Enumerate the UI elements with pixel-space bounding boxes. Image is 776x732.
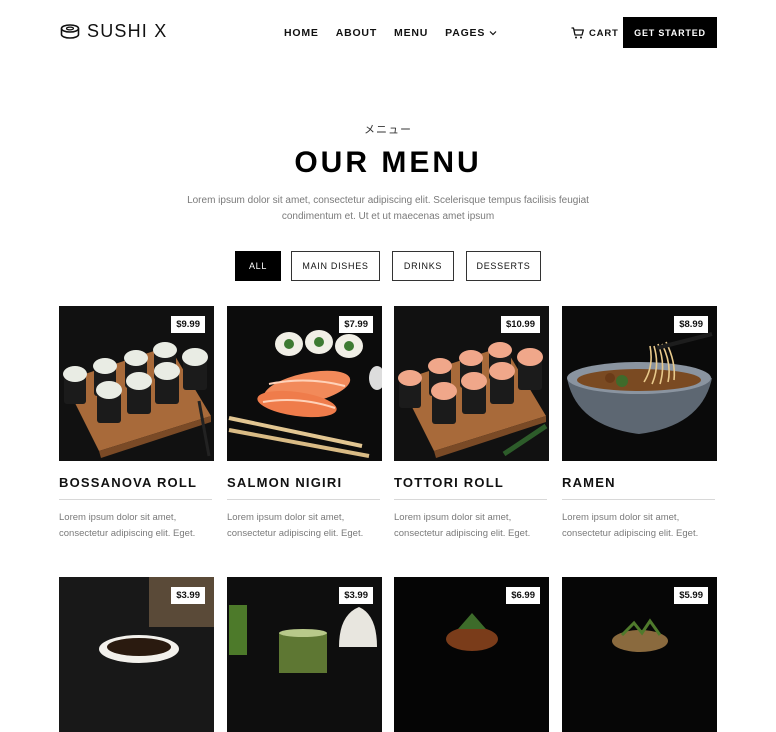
filter-main-dishes[interactable]: MAIN DISHES: [291, 251, 380, 281]
food-image: $5.99: [562, 577, 717, 732]
food-image: $10.99: [394, 306, 549, 461]
price-badge: $3.99: [339, 587, 373, 604]
food-image: $8.99: [562, 306, 717, 461]
get-started-button[interactable]: GET STARTED: [623, 17, 717, 48]
page-title: OUR MENU: [294, 146, 482, 179]
cart-link[interactable]: CART: [571, 27, 619, 39]
menu-filter-bar: ALL MAIN DISHES DRINKS DESSERTS: [0, 251, 776, 281]
dish-description: Lorem ipsum dolor sit amet, consectetur …: [394, 512, 531, 539]
price-badge: $7.99: [339, 316, 373, 333]
site-header: SUSHI X HOME ABOUT MENU PAGES CART GET S…: [0, 0, 776, 65]
food-image: $3.99: [59, 577, 214, 732]
divider: [227, 499, 380, 500]
sushi-roll-icon: [60, 23, 80, 40]
filter-drinks[interactable]: DRINKS: [392, 251, 454, 281]
dish-name: BOSSANOVA ROLL: [59, 475, 198, 490]
dish-name: SALMON NIGIRI: [227, 475, 343, 490]
chevron-down-icon: [489, 31, 497, 36]
nav-menu[interactable]: MENU: [394, 27, 428, 39]
main-nav: HOME ABOUT MENU PAGES: [284, 27, 514, 39]
price-badge: $3.99: [171, 587, 205, 604]
food-image: $3.99: [227, 577, 382, 732]
filter-all[interactable]: ALL: [235, 251, 281, 281]
price-badge: $10.99: [500, 316, 540, 333]
cart-label: CART: [589, 27, 619, 39]
nav-pages-label: PAGES: [445, 27, 486, 39]
nav-pages[interactable]: PAGES: [445, 27, 497, 39]
dish-description: Lorem ipsum dolor sit amet, consectetur …: [59, 512, 196, 539]
divider: [59, 499, 212, 500]
nav-home[interactable]: HOME: [284, 27, 319, 39]
price-badge: $5.99: [674, 587, 708, 604]
price-badge: $8.99: [674, 316, 708, 333]
section-description: Lorem ipsum dolor sit amet, consectetur …: [187, 195, 589, 222]
divider: [394, 499, 547, 500]
filter-desserts[interactable]: DESSERTS: [466, 251, 541, 281]
divider: [562, 499, 715, 500]
food-image: $7.99: [227, 306, 382, 461]
cart-icon: [571, 27, 584, 39]
food-image: $6.99: [394, 577, 549, 732]
brand-name: SUSHI X: [87, 21, 168, 41]
food-image: $9.99: [59, 306, 214, 461]
dish-description: Lorem ipsum dolor sit amet, consectetur …: [562, 512, 699, 539]
brand-logo[interactable]: SUSHI X: [60, 21, 167, 42]
price-badge: $6.99: [506, 587, 540, 604]
section-kicker: メニュー: [364, 123, 412, 136]
price-badge: $9.99: [171, 316, 205, 333]
nav-about[interactable]: ABOUT: [336, 27, 377, 39]
dish-name: TOTTORI ROLL: [394, 475, 504, 490]
dish-description: Lorem ipsum dolor sit amet, consectetur …: [227, 512, 364, 539]
dish-name: RAMEN: [562, 475, 616, 490]
